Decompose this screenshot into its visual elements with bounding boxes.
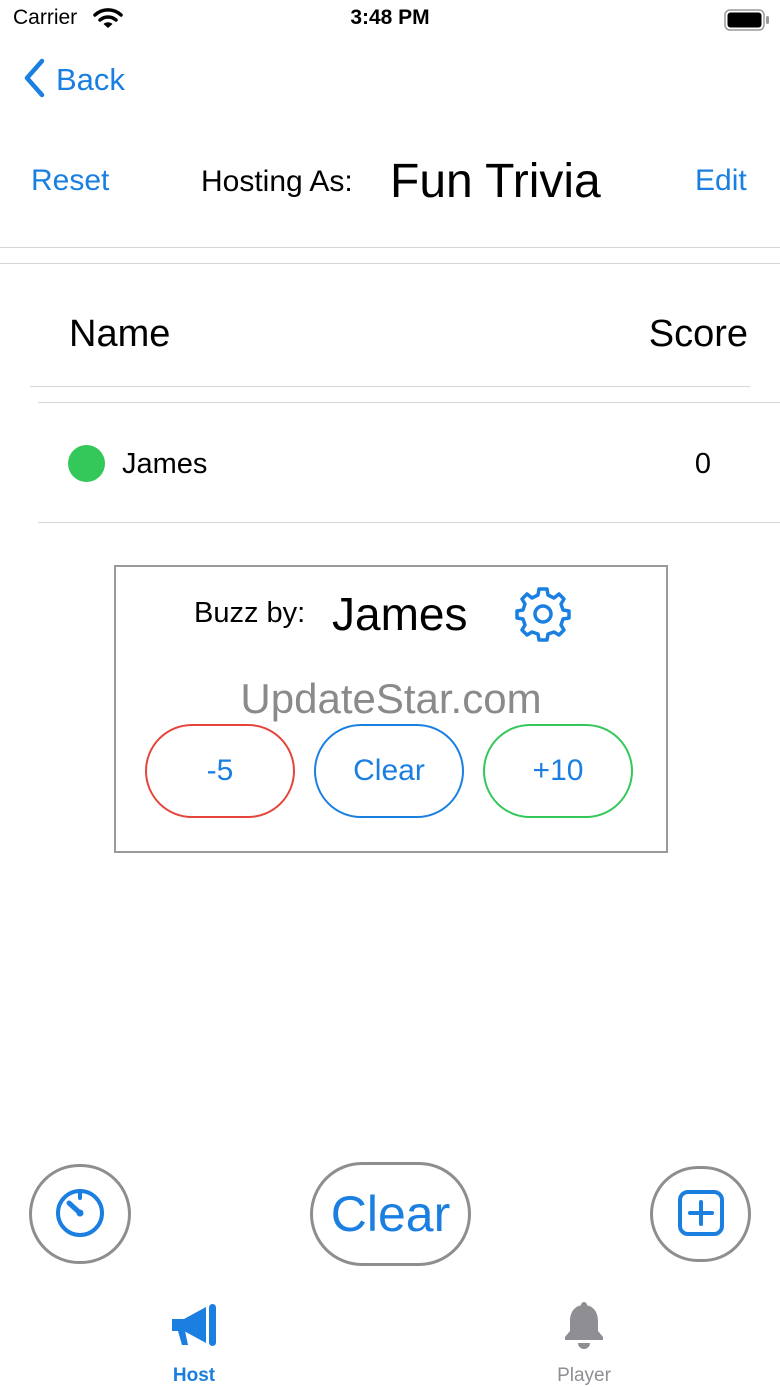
timer-icon [52,1185,108,1244]
clear-buzz-button[interactable]: Clear [314,724,464,818]
status-time: 3:48 PM [350,6,430,29]
row-divider-bottom [38,522,780,523]
timer-button[interactable] [29,1164,131,1264]
plus-10-button[interactable]: +10 [483,724,633,818]
player-name: James [122,448,208,480]
back-button[interactable]: Back [22,58,125,102]
header-divider [0,247,780,248]
tab-player[interactable]: Player [524,1302,644,1387]
game-title: Fun Trivia [390,155,601,208]
column-header-score: Score [648,313,748,355]
bell-icon [560,1302,608,1355]
buzz-panel: Buzz by: James UpdateStar.com -5 Clear +… [114,565,668,853]
player-score: 0 [694,448,711,480]
plus-square-icon [676,1188,726,1241]
table-row[interactable]: James 0 [38,403,780,522]
battery-icon [724,9,770,36]
edit-button[interactable]: Edit [695,164,747,198]
gear-icon[interactable] [514,585,572,648]
add-button[interactable] [650,1166,751,1262]
reset-button[interactable]: Reset [31,164,109,198]
column-header-name: Name [69,313,171,355]
watermark-text: UpdateStar.com [240,675,542,722]
clear-all-button[interactable]: Clear [310,1162,471,1266]
minus-5-button[interactable]: -5 [145,724,295,818]
player-status-dot [68,445,105,482]
hosting-as-label: Hosting As: [201,165,353,198]
tab-host-label: Host [172,1365,216,1386]
table-header-divider [30,386,750,387]
header-divider-lower [0,263,780,264]
buzz-by-label: Buzz by: [194,597,306,629]
chevron-left-icon [22,58,46,103]
tab-player-label: Player [557,1365,611,1386]
megaphone-icon [168,1302,220,1355]
tab-host[interactable]: Host [134,1302,254,1387]
back-label: Back [56,62,125,97]
buzz-player-name: James [332,588,468,640]
